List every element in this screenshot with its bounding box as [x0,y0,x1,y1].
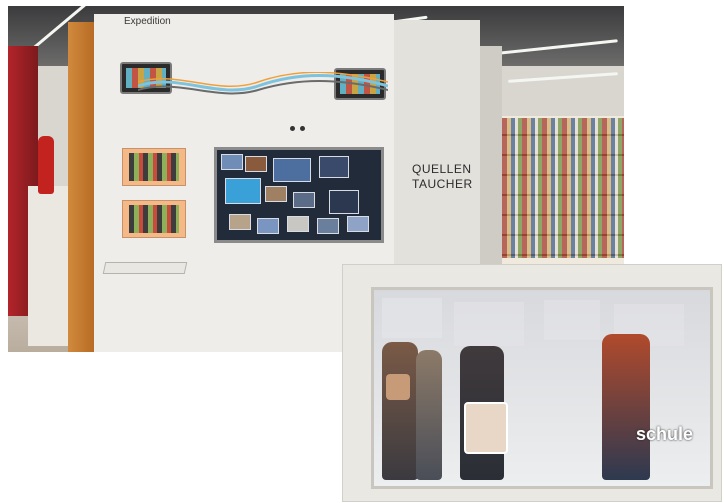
side-panel-word: QUELLEN [412,162,472,176]
indicator-dot [290,126,295,131]
screen-tile [229,214,251,230]
book-display [122,148,186,186]
screen-closeup-photo: schule [342,264,722,502]
screen-tile [317,218,339,234]
screen-tile [245,156,267,172]
book-display [122,200,186,238]
screen-tile [329,190,359,214]
screen-word: schule [636,424,694,444]
screen-tile [257,218,279,234]
screen-tile [225,178,261,204]
wood-trim [68,22,94,352]
books [502,118,624,258]
timeline-wave [138,72,388,95]
person-silhouette [602,334,650,480]
fire-extinguisher [38,136,54,194]
portrait-tile [464,402,508,454]
closeup-screen: schule [371,287,713,489]
screen-tile [273,158,311,182]
screen-tile [293,192,315,208]
screen-tile [287,216,309,232]
side-panel-word: TAUCHER [412,177,473,191]
screen-tile [221,154,243,170]
portrait-tile [386,374,410,400]
reading-shelf [102,262,188,274]
faded-tile [382,298,442,338]
screen-tile [347,216,369,232]
screen-tile [265,186,287,202]
indicator-dot [300,126,305,131]
screen-tile [319,156,349,178]
faded-tile [544,300,600,340]
ceiling-light [508,72,618,83]
touch-screen [214,147,384,243]
exhibit-title: Expedition [124,16,171,27]
faded-tile [454,302,524,346]
side-panel-title: QUELLEN TAUCHER [412,162,473,192]
person-silhouette [416,350,442,480]
person-silhouette [382,342,418,480]
